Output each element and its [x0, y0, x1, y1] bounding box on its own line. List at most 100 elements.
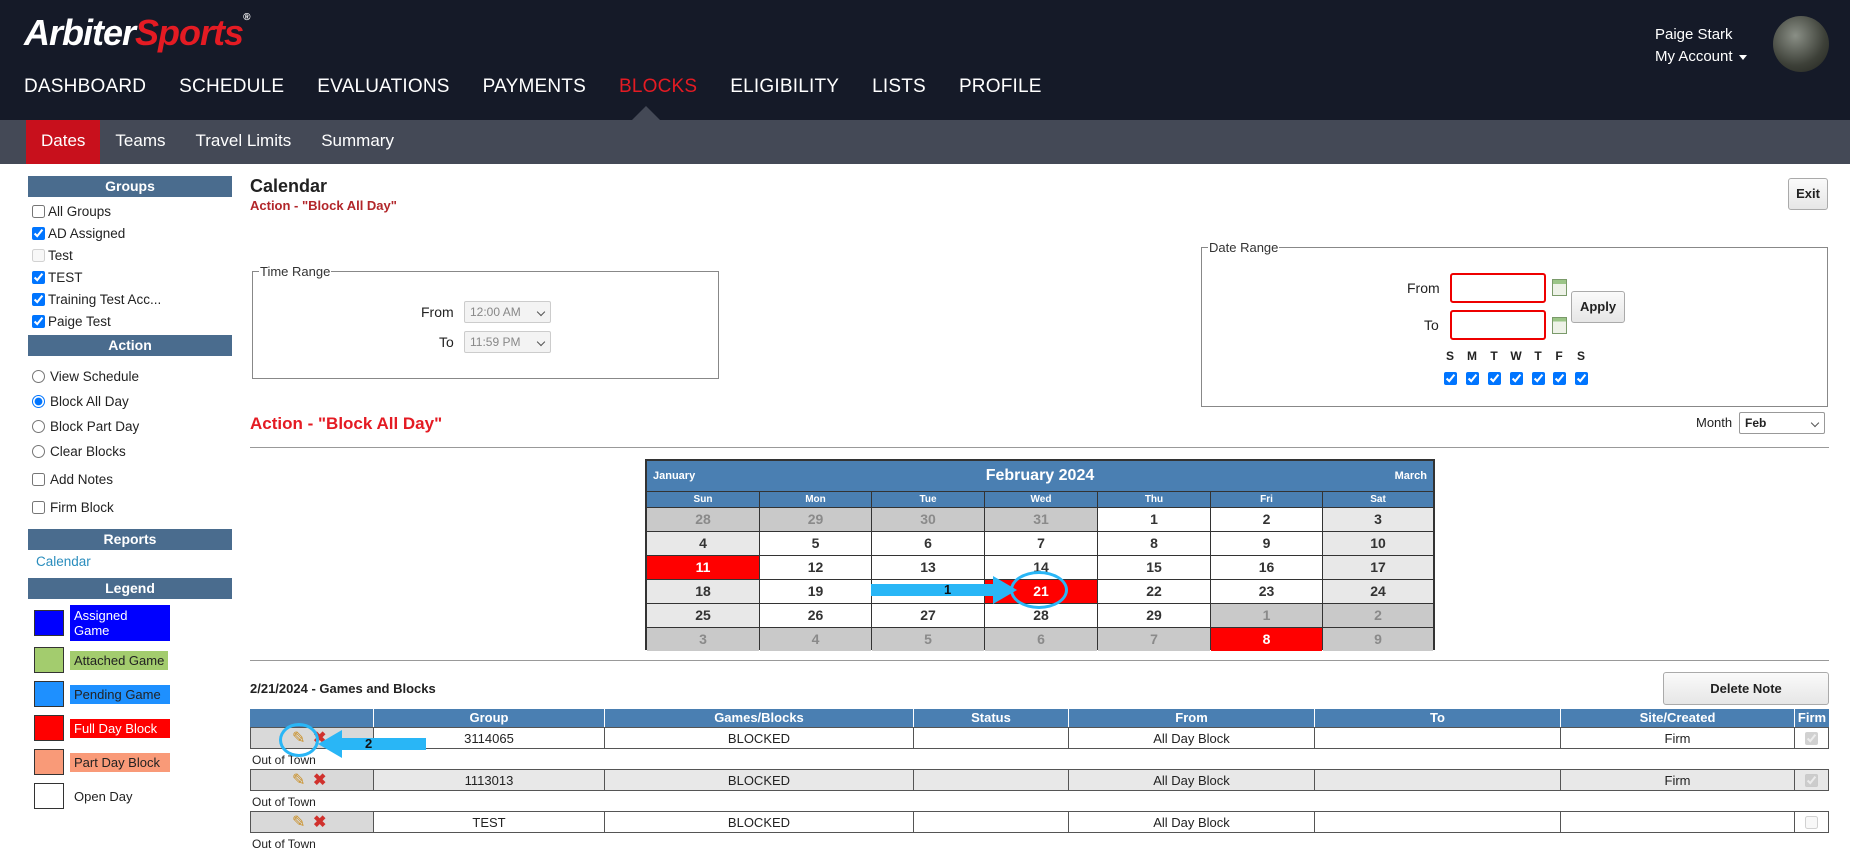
calendar-day[interactable]: 9: [1323, 628, 1433, 651]
arbitersports-logo[interactable]: ArbiterSports®: [24, 12, 250, 54]
exit-button[interactable]: Exit: [1788, 178, 1828, 210]
prev-month-link[interactable]: January: [653, 461, 695, 491]
tab-summary[interactable]: Summary: [306, 120, 409, 164]
add-notes-checkbox[interactable]: [32, 473, 45, 486]
nav-blocks[interactable]: BLOCKS: [619, 76, 697, 98]
action-radio[interactable]: [32, 445, 45, 458]
user-menu[interactable]: Paige Stark My Account: [1655, 24, 1747, 68]
calendar-day[interactable]: 1: [1211, 604, 1322, 627]
action-block-all-day[interactable]: Block All Day: [28, 389, 232, 414]
tab-teams[interactable]: Teams: [100, 120, 180, 164]
group-item[interactable]: All Groups: [28, 200, 232, 222]
apply-button[interactable]: Apply: [1571, 291, 1625, 323]
avatar[interactable]: [1773, 16, 1829, 72]
dow-checkbox[interactable]: [1466, 372, 1479, 385]
calendar-day[interactable]: 29: [760, 508, 871, 531]
time-to-select[interactable]: 11:59 PM: [464, 331, 551, 353]
calendar-picker-icon[interactable]: [1552, 317, 1567, 334]
calendar-picker-icon[interactable]: [1552, 279, 1567, 296]
group-checkbox[interactable]: [32, 270, 45, 284]
calendar-day[interactable]: 23: [1211, 580, 1322, 603]
firm-block-option[interactable]: Firm Block: [28, 495, 232, 520]
nav-eligibility[interactable]: ELIGIBILITY: [730, 76, 839, 98]
calendar-day[interactable]: 8: [1211, 628, 1322, 651]
dow-checkbox[interactable]: [1444, 372, 1457, 385]
delete-x-icon[interactable]: ✖: [313, 812, 326, 832]
calendar-day[interactable]: 8: [1098, 532, 1210, 555]
calendar-day[interactable]: 4: [647, 532, 759, 555]
delete-x-icon[interactable]: ✖: [313, 770, 326, 790]
nav-evaluations[interactable]: EVALUATIONS: [317, 76, 449, 98]
dow-checkbox[interactable]: [1488, 372, 1501, 385]
calendar-day[interactable]: 9: [1211, 532, 1322, 555]
calendar-day[interactable]: 5: [760, 532, 871, 555]
calendar-day[interactable]: 6: [872, 532, 984, 555]
dow-checkbox[interactable]: [1553, 372, 1566, 385]
firm-checkbox[interactable]: [1805, 774, 1818, 787]
date-to-input[interactable]: [1450, 310, 1546, 340]
calendar-day[interactable]: 4: [760, 628, 871, 651]
calendar-day[interactable]: 17: [1323, 556, 1433, 579]
calendar-day[interactable]: 22: [1098, 580, 1210, 603]
group-item[interactable]: Paige Test: [28, 310, 232, 332]
group-item[interactable]: Training Test Acc...: [28, 288, 232, 310]
calendar-day[interactable]: 25: [647, 604, 759, 627]
action-block-part-day[interactable]: Block Part Day: [28, 414, 232, 439]
time-from-select[interactable]: 12:00 AM: [464, 301, 551, 323]
group-checkbox[interactable]: [32, 292, 45, 306]
action-clear-blocks[interactable]: Clear Blocks: [28, 439, 232, 464]
firm-checkbox[interactable]: [1805, 732, 1818, 745]
calendar-day[interactable]: 19: [760, 580, 871, 603]
calendar-day[interactable]: 16: [1211, 556, 1322, 579]
calendar-day[interactable]: 18: [647, 580, 759, 603]
action-radio[interactable]: [32, 370, 45, 383]
group-item[interactable]: TEST: [28, 266, 232, 288]
action-radio[interactable]: [32, 395, 45, 408]
group-item[interactable]: Test: [28, 244, 232, 266]
calendar-day[interactable]: 1: [1098, 508, 1210, 531]
nav-payments[interactable]: PAYMENTS: [483, 76, 586, 98]
calendar-day[interactable]: 5: [872, 628, 984, 651]
calendar-day[interactable]: 10: [1323, 532, 1433, 555]
action-view-schedule[interactable]: View Schedule: [28, 364, 232, 389]
dow-checkbox[interactable]: [1510, 372, 1523, 385]
dow-checkbox[interactable]: [1532, 372, 1545, 385]
calendar-day[interactable]: 7: [1098, 628, 1210, 651]
tab-travel-limits[interactable]: Travel Limits: [181, 120, 307, 164]
calendar-day[interactable]: 31: [985, 508, 1097, 531]
calendar-day[interactable]: 6: [985, 628, 1097, 651]
group-checkbox[interactable]: [32, 226, 45, 240]
calendar-day[interactable]: 28: [647, 508, 759, 531]
date-from-input[interactable]: [1450, 273, 1546, 303]
my-account-dropdown[interactable]: My Account: [1655, 46, 1747, 68]
action-radio[interactable]: [32, 420, 45, 433]
month-select[interactable]: Feb: [1739, 412, 1825, 434]
calendar-day[interactable]: 29: [1098, 604, 1210, 627]
calendar-day[interactable]: 26: [760, 604, 871, 627]
tab-dates[interactable]: Dates: [26, 120, 101, 164]
nav-lists[interactable]: LISTS: [872, 76, 926, 98]
group-checkbox[interactable]: [32, 248, 45, 262]
nav-schedule[interactable]: SCHEDULE: [179, 76, 284, 98]
calendar-day[interactable]: 7: [985, 532, 1097, 555]
nav-dashboard[interactable]: DASHBOARD: [24, 76, 146, 98]
group-checkbox[interactable]: [32, 314, 45, 328]
calendar-report-link[interactable]: Calendar: [28, 550, 232, 574]
calendar-day[interactable]: 15: [1098, 556, 1210, 579]
calendar-day[interactable]: 30: [872, 508, 984, 531]
group-item[interactable]: AD Assigned: [28, 222, 232, 244]
nav-profile[interactable]: PROFILE: [959, 76, 1042, 98]
firm-checkbox[interactable]: [1805, 816, 1818, 829]
dow-checkbox[interactable]: [1575, 372, 1588, 385]
calendar-day[interactable]: 12: [760, 556, 871, 579]
group-checkbox[interactable]: [32, 204, 45, 218]
add-notes-option[interactable]: Add Notes: [28, 467, 232, 492]
calendar-day[interactable]: 3: [647, 628, 759, 651]
calendar-day[interactable]: 3: [1323, 508, 1433, 531]
calendar-day[interactable]: 27: [872, 604, 984, 627]
delete-note-button[interactable]: Delete Note: [1663, 672, 1829, 705]
calendar-day[interactable]: 24: [1323, 580, 1433, 603]
edit-pencil-icon[interactable]: ✎: [292, 770, 305, 790]
calendar-day[interactable]: 13: [872, 556, 984, 579]
calendar-day[interactable]: 11: [647, 556, 759, 579]
